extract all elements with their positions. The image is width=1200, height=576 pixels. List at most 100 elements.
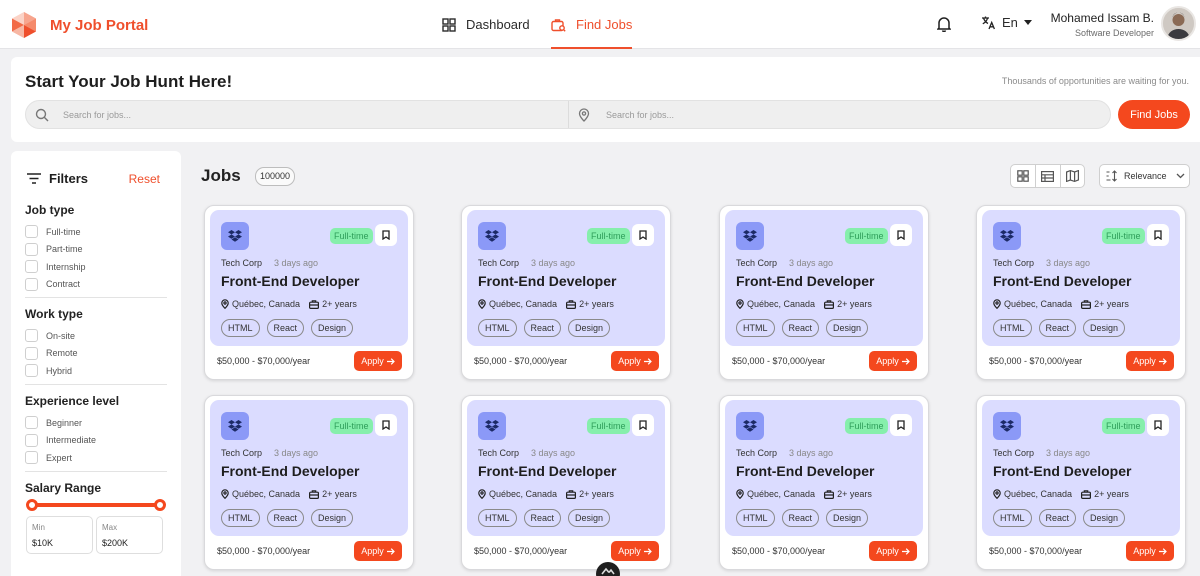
checkbox[interactable] (25, 277, 38, 291)
slider-min-handle[interactable] (26, 499, 38, 511)
location-pin-icon (221, 299, 229, 309)
skill-tag[interactable]: Design (568, 319, 611, 337)
checkbox[interactable] (25, 451, 38, 465)
job-type-option[interactable]: Contract (25, 276, 167, 294)
salary-max-field[interactable]: Max $200K (96, 516, 163, 554)
find-jobs-button[interactable]: Find Jobs (1118, 100, 1190, 129)
experience-option[interactable]: Beginner (25, 414, 167, 432)
job-type-option[interactable]: Full-time (25, 223, 167, 241)
job-card[interactable]: Full-time Tech Corp 3 days ago Front-End… (461, 395, 671, 570)
search-input[interactable] (63, 107, 558, 123)
job-title[interactable]: Front-End Developer (221, 273, 359, 289)
skill-tag[interactable]: Design (1083, 319, 1126, 337)
job-card[interactable]: Full-time Tech Corp 3 days ago Front-End… (976, 395, 1186, 570)
bookmark-button[interactable] (1147, 414, 1169, 436)
bell-icon[interactable] (937, 16, 951, 32)
checkbox[interactable] (25, 416, 38, 430)
map-view-button[interactable] (1059, 165, 1084, 187)
skill-tag[interactable]: Design (568, 509, 611, 527)
job-title[interactable]: Front-End Developer (736, 463, 874, 479)
job-title[interactable]: Front-End Developer (478, 273, 616, 289)
salary-title: Salary Range (25, 481, 102, 495)
job-title[interactable]: Front-End Developer (478, 463, 616, 479)
checkbox[interactable] (25, 346, 38, 360)
job-title[interactable]: Front-End Developer (993, 273, 1131, 289)
grid-view-button[interactable] (1011, 165, 1035, 187)
bookmark-button[interactable] (375, 224, 397, 246)
skill-tag[interactable]: HTML (993, 509, 1032, 527)
nav-find-jobs[interactable]: Find Jobs (551, 0, 633, 49)
job-location: Québec, Canada (489, 299, 558, 309)
skill-tag[interactable]: React (781, 319, 820, 337)
experience-option[interactable]: Expert (25, 449, 167, 467)
checkbox[interactable] (25, 329, 38, 343)
bookmark-button[interactable] (890, 414, 912, 436)
skill-tag[interactable]: HTML (993, 319, 1032, 337)
job-card[interactable]: Full-time Tech Corp 3 days ago Front-End… (204, 395, 414, 570)
job-card[interactable]: Full-time Tech Corp 3 days ago Front-End… (461, 205, 671, 380)
brand[interactable]: My Job Portal (10, 11, 148, 39)
apply-button[interactable]: Apply (869, 541, 917, 561)
list-view-button[interactable] (1035, 165, 1059, 187)
sort-dropdown[interactable]: Relevance (1099, 164, 1190, 188)
apply-button[interactable]: Apply (1126, 541, 1174, 561)
job-type-option[interactable]: Internship (25, 258, 167, 276)
skill-tag[interactable]: React (781, 509, 820, 527)
reset-filters-link[interactable]: Reset (129, 172, 160, 186)
work-type-option[interactable]: Hybrid (25, 362, 167, 380)
skill-tag[interactable]: Design (311, 319, 354, 337)
checkbox[interactable] (25, 260, 38, 274)
bookmark-button[interactable] (632, 224, 654, 246)
job-card[interactable]: Full-time Tech Corp 3 days ago Front-End… (204, 205, 414, 380)
checkbox[interactable] (25, 364, 38, 378)
briefcase-search-icon (551, 18, 566, 32)
skill-tag[interactable]: Design (826, 319, 869, 337)
slider-max-handle[interactable] (154, 499, 166, 511)
apply-button[interactable]: Apply (611, 541, 659, 561)
skill-tag[interactable]: HTML (478, 319, 517, 337)
skill-tag[interactable]: React (523, 319, 562, 337)
avatar[interactable] (1161, 6, 1196, 41)
checkbox[interactable] (25, 242, 38, 256)
skill-tag[interactable]: HTML (736, 509, 775, 527)
skill-tag[interactable]: React (266, 509, 305, 527)
skill-tag[interactable]: HTML (221, 319, 260, 337)
skill-tag[interactable]: Design (311, 509, 354, 527)
skill-tag[interactable]: React (1038, 509, 1077, 527)
salary-range-slider[interactable] (26, 499, 166, 511)
experience-option[interactable]: Intermediate (25, 432, 167, 450)
checkbox[interactable] (25, 225, 38, 239)
job-card[interactable]: Full-time Tech Corp 3 days ago Front-End… (976, 205, 1186, 380)
skill-tag[interactable]: HTML (478, 509, 517, 527)
work-type-option[interactable]: Remote (25, 345, 167, 363)
apply-button[interactable]: Apply (1126, 351, 1174, 371)
skill-tag[interactable]: Design (1083, 509, 1126, 527)
company-name: Tech Corp (993, 258, 1035, 268)
job-title[interactable]: Front-End Developer (993, 463, 1131, 479)
skill-tag[interactable]: React (266, 319, 305, 337)
skill-tag[interactable]: HTML (221, 509, 260, 527)
work-type-option[interactable]: On-site (25, 327, 167, 345)
skill-tag[interactable]: React (1038, 319, 1077, 337)
job-type-option[interactable]: Part-time (25, 241, 167, 259)
skill-tag[interactable]: HTML (736, 319, 775, 337)
apply-button[interactable]: Apply (354, 541, 402, 561)
bookmark-button[interactable] (1147, 224, 1169, 246)
apply-button[interactable]: Apply (354, 351, 402, 371)
checkbox[interactable] (25, 433, 38, 447)
bookmark-button[interactable] (890, 224, 912, 246)
apply-button[interactable]: Apply (611, 351, 659, 371)
language-selector[interactable]: En (981, 15, 1032, 30)
bookmark-button[interactable] (632, 414, 654, 436)
apply-button[interactable]: Apply (869, 351, 917, 371)
skill-tag[interactable]: Design (826, 509, 869, 527)
job-title[interactable]: Front-End Developer (736, 273, 874, 289)
job-card[interactable]: Full-time Tech Corp 3 days ago Front-End… (719, 205, 929, 380)
salary-min-field[interactable]: Min $10K (26, 516, 93, 554)
job-title[interactable]: Front-End Developer (221, 463, 359, 479)
job-card[interactable]: Full-time Tech Corp 3 days ago Front-End… (719, 395, 929, 570)
nav-dashboard[interactable]: Dashboard (442, 0, 530, 49)
skill-tag[interactable]: React (523, 509, 562, 527)
location-input[interactable] (606, 107, 1100, 123)
bookmark-button[interactable] (375, 414, 397, 436)
